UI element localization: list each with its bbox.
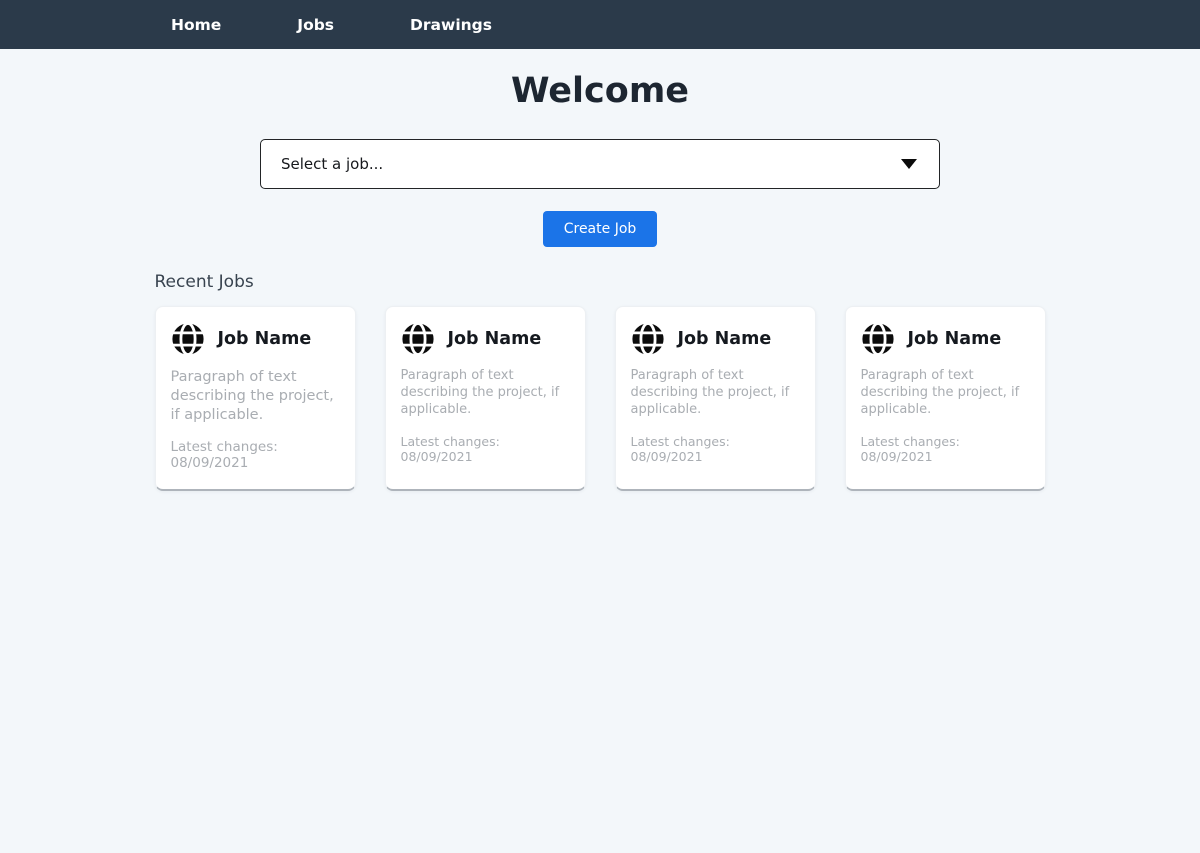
nav-item-jobs[interactable]: Jobs [297, 16, 334, 34]
recent-jobs-section: Recent Jobs Job Name [155, 272, 1046, 491]
top-navbar: Home Jobs Drawings [0, 0, 1200, 49]
main-content: Welcome Select a job... Create Job Recen… [0, 70, 1200, 491]
job-card-latest-changes: Latest changes: 08/09/2021 [631, 434, 800, 464]
job-card-header: Job Name [171, 322, 340, 356]
caret-down-icon [901, 159, 917, 169]
job-card-title: Job Name [218, 329, 312, 349]
globe-icon [171, 322, 205, 356]
job-card-latest-changes: Latest changes: 08/09/2021 [171, 439, 340, 471]
globe-icon [861, 322, 895, 356]
job-card-description: Paragraph of text describing the project… [861, 368, 1030, 419]
globe-icon [401, 322, 435, 356]
recent-jobs-heading: Recent Jobs [155, 272, 1046, 292]
job-card-title: Job Name [908, 329, 1002, 349]
job-card[interactable]: Job Name Paragraph of text describing th… [615, 306, 816, 491]
job-card-header: Job Name [401, 322, 570, 356]
job-card-title: Job Name [448, 329, 542, 349]
job-card[interactable]: Job Name Paragraph of text describing th… [385, 306, 586, 491]
job-card-latest-changes: Latest changes: 08/09/2021 [401, 434, 570, 464]
job-card-header: Job Name [861, 322, 1030, 356]
create-job-button[interactable]: Create Job [543, 211, 658, 247]
job-select[interactable]: Select a job... [260, 139, 940, 189]
nav-item-home[interactable]: Home [171, 16, 221, 34]
globe-icon [631, 322, 665, 356]
job-card[interactable]: Job Name Paragraph of text describing th… [155, 306, 356, 491]
job-card-description: Paragraph of text describing the project… [171, 368, 340, 425]
job-card-description: Paragraph of text describing the project… [401, 368, 570, 419]
job-select-placeholder: Select a job... [281, 155, 383, 173]
job-card-description: Paragraph of text describing the project… [631, 368, 800, 419]
page-title: Welcome [0, 70, 1200, 112]
recent-jobs-grid: Job Name Paragraph of text describing th… [155, 306, 1046, 491]
nav-item-drawings[interactable]: Drawings [410, 16, 492, 34]
job-card-header: Job Name [631, 322, 800, 356]
job-card-latest-changes: Latest changes: 08/09/2021 [861, 434, 1030, 464]
job-card[interactable]: Job Name Paragraph of text describing th… [845, 306, 1046, 491]
job-card-title: Job Name [678, 329, 772, 349]
